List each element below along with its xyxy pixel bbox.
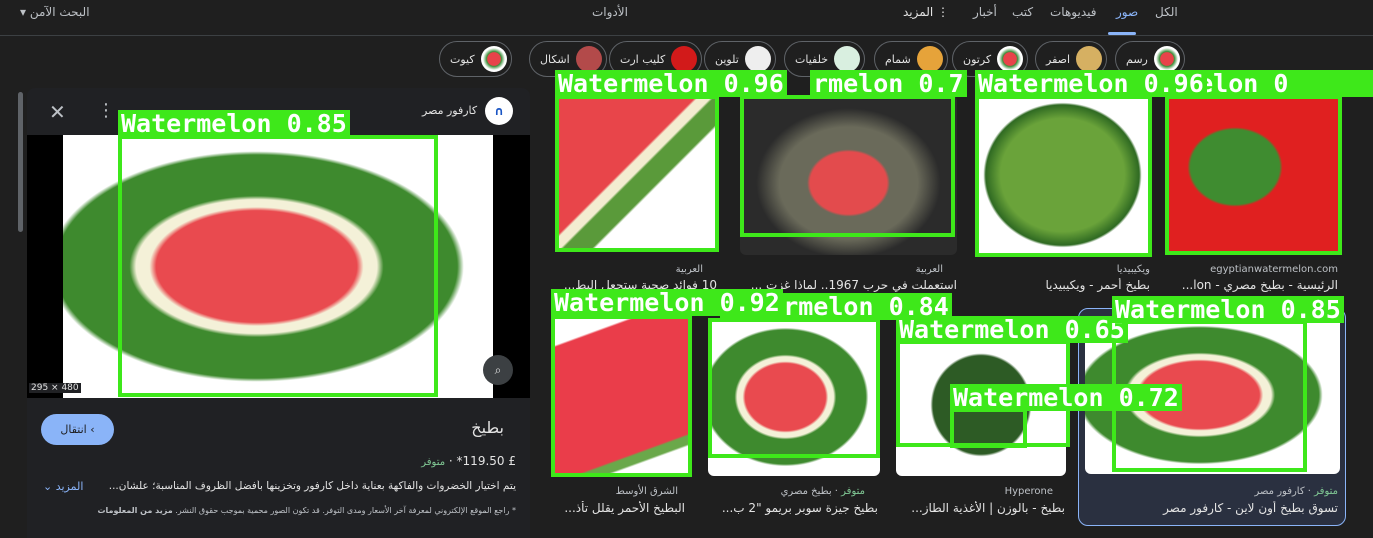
close-icon[interactable]: ✕ (49, 100, 66, 124)
product-title: بطيخ (471, 418, 504, 437)
detection-box (551, 315, 692, 477)
detection-box (975, 95, 1152, 257)
learn-more-link[interactable]: مزيد من المعلومات (97, 506, 172, 515)
result-title[interactable]: الرئيسية - بطيخ مصري - lon... (1168, 278, 1338, 292)
tab-news[interactable]: أخبار (973, 5, 997, 19)
availability: متوفر (1314, 486, 1338, 497)
tab-all[interactable]: الكل (1155, 5, 1178, 19)
more-toggle-label: المزيد (55, 480, 84, 493)
result-source: ويكيبيديا (1116, 264, 1150, 275)
tab-books[interactable]: كتب (1012, 5, 1033, 19)
more-label: المزيد (903, 5, 934, 19)
active-tab-indicator (1108, 32, 1136, 35)
source-name: بطيخ مصري (780, 486, 832, 497)
top-bar: ▾ البحث الآمن الأدوات المزيد ⋮ أخبار كتب… (0, 0, 1373, 36)
result-title[interactable]: تسوق بطيخ أون لاين - كارفور مصر (1088, 501, 1338, 515)
result-source: متوفر · كارفور مصر (1254, 486, 1338, 497)
tools-button[interactable]: الأدوات (592, 5, 628, 19)
result-source: egyptianwatermelon.com (1210, 264, 1338, 275)
visit-label: انتقال (60, 423, 87, 436)
more-toggle[interactable]: ⌄ المزيد (43, 480, 83, 493)
scrollbar[interactable] (18, 92, 23, 232)
detection-box (950, 408, 1027, 448)
availability: متوفر (841, 486, 865, 497)
safe-search-dropdown[interactable]: ▾ البحث الآمن (20, 5, 90, 19)
source-name[interactable]: كارفور مصر (422, 104, 477, 117)
result-title[interactable]: البطيخ الأحمر يقلل تأذ... (545, 501, 685, 515)
result-source: متوفر · بطيخ مصري (780, 486, 865, 497)
disclaimer: * راجع الموقع الإلكتروني لمعرفة آخر الأس… (97, 506, 516, 515)
detection-label: Watermelon 0.65 (896, 316, 1128, 343)
image-dimensions: 295 × 480 (29, 383, 81, 393)
detection-box (740, 95, 955, 237)
source-logo: ∩ (485, 97, 513, 125)
chip[interactable]: كيوت (439, 41, 512, 77)
chip-thumbnail (480, 46, 507, 72)
result-title[interactable]: بطيخ جيزة سوبر بريمو "2 ب... (703, 501, 878, 515)
detection-box (555, 95, 719, 252)
chip-label: شمام (885, 52, 911, 66)
chip-label: كيوت (450, 52, 475, 66)
detection-label: Watermelon 0.72 (950, 384, 1182, 411)
availability: متوفر (421, 457, 446, 468)
detection-box (1165, 95, 1342, 255)
detection-label: Watermelon 0.85 (118, 110, 350, 137)
detection-box (118, 135, 438, 397)
detection-label: Watermelon 0.85 (1112, 296, 1344, 323)
result-source: العربية (675, 264, 703, 275)
chip-label: اصفر (1046, 52, 1071, 66)
chip-label: خلفيات (795, 52, 829, 66)
result-title[interactable]: بطيخ أحمر - ويكيبيديا (980, 278, 1150, 292)
result-source: Hyperone (1004, 486, 1053, 497)
detection-box (708, 318, 880, 458)
lens-search-icon[interactable]: ⌕ (483, 355, 513, 385)
disclaimer-text: * راجع الموقع الإلكتروني لمعرفة آخر الأس… (175, 506, 516, 515)
safe-search-label: البحث الآمن (29, 5, 90, 19)
chip-label: تلوين (715, 52, 739, 66)
price-row: £ 119.50* · متوفر (421, 454, 516, 468)
visit-button[interactable]: انتقال ‹ (41, 414, 114, 445)
detection-label: Watermelon 0.96 (975, 70, 1207, 97)
result-title[interactable]: بطيخ - بالوزن | الأغذية الطاز... (895, 501, 1065, 515)
chip-label: كليب ارت (620, 52, 666, 66)
tab-videos[interactable]: فيديوهات (1050, 5, 1096, 19)
detection-label: Watermelon 0.96 (555, 70, 787, 97)
detection-label: Watermelon 0.92 (551, 289, 783, 316)
tab-images[interactable]: صور (1116, 5, 1138, 19)
price: £ 119.50* (456, 454, 516, 468)
more-menu[interactable]: المزيد ⋮ (903, 5, 949, 19)
more-options-icon[interactable]: ⋮ (97, 100, 115, 121)
result-source: الشرق الأوسط (615, 486, 678, 497)
chip-label: كرتون (963, 52, 992, 66)
description: يتم اختيار الخضروات والفاكهة بعناية داخل… (108, 480, 516, 492)
chip-label: اشكال (540, 52, 570, 66)
chip-label: رسم (1126, 52, 1148, 66)
detection-label: rmelon 0.7 (810, 70, 967, 97)
result-source: العربية (915, 264, 943, 275)
source-name: كارفور مصر (1254, 486, 1305, 497)
